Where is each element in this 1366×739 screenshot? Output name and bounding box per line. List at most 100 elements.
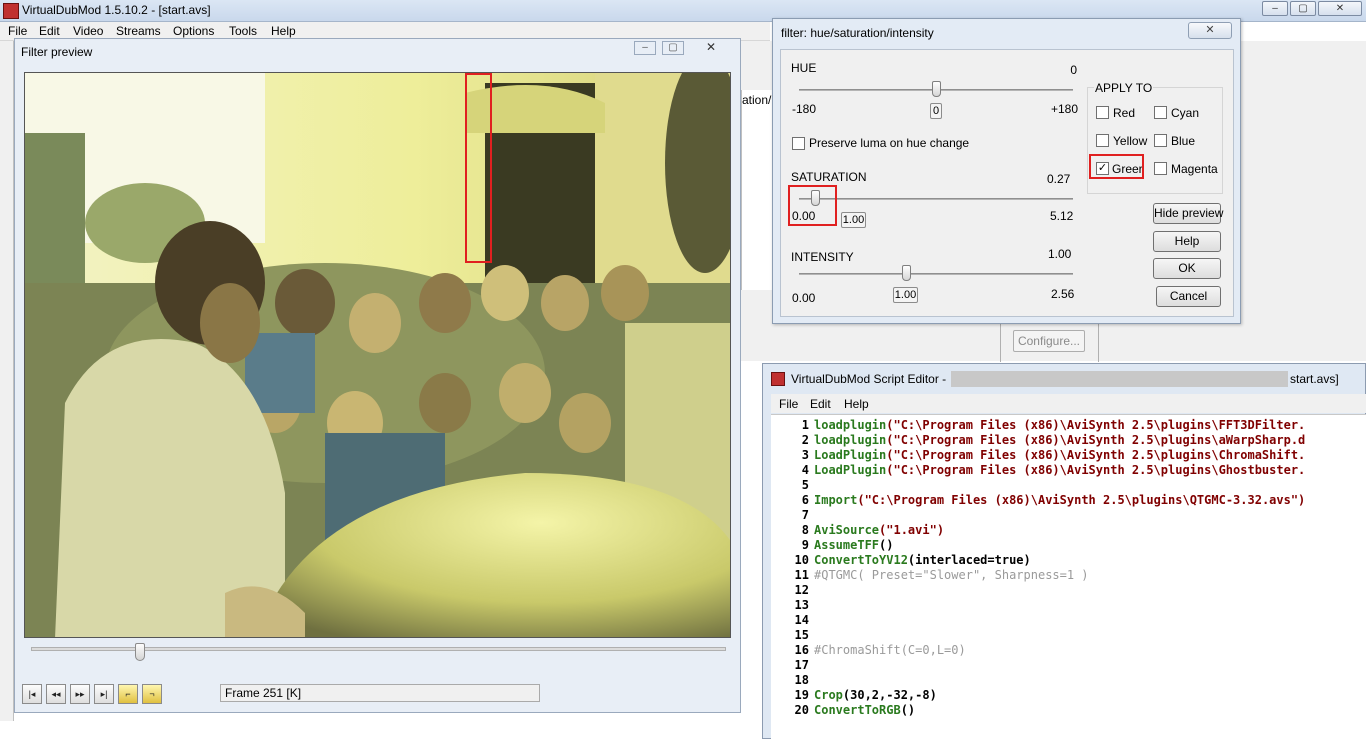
- menu-help[interactable]: Help: [271, 24, 296, 38]
- red-checkbox[interactable]: [1096, 106, 1109, 119]
- virtualdub-icon: [3, 3, 19, 19]
- menu-tools[interactable]: Tools: [229, 24, 257, 38]
- line-number: 19: [794, 688, 809, 702]
- redacted-path: [951, 371, 1288, 387]
- hue-value-box[interactable]: 0: [930, 103, 942, 119]
- line-number: 10: [794, 553, 809, 567]
- menu-file[interactable]: File: [8, 24, 27, 38]
- code-line: loadplugin("C:\Program Files (x86)\AviSy…: [814, 433, 1306, 447]
- code-line: ConvertToYV12(interlaced=true): [814, 553, 1031, 567]
- code-line: #ChromaShift(C=0,L=0): [814, 643, 966, 657]
- line-number: 18: [794, 673, 809, 687]
- preview-maximize-icon[interactable]: ▢: [662, 41, 684, 55]
- script-text-area[interactable]: 1 loadplugin("C:\Program Files (x86)\AviS…: [771, 414, 1366, 739]
- panel-divider: [1000, 324, 1001, 362]
- filter-preview-window: Filter preview – ▢ ✕ |◂ ◂◂ ▸▸ ▸| ⌐ ¬ Fra…: [14, 38, 741, 713]
- line-number: 5: [801, 478, 809, 492]
- intensity-value-box[interactable]: 1.00: [893, 287, 918, 303]
- highlight-box-green: [1089, 154, 1144, 179]
- code-line: #QTGMC( Preset="Slower", Sharpness=1 ): [814, 568, 1089, 582]
- cancel-button[interactable]: Cancel: [1156, 286, 1221, 307]
- close-icon[interactable]: ✕: [1318, 1, 1362, 16]
- filter-preview-title: Filter preview: [21, 45, 93, 59]
- line-number: 15: [794, 628, 809, 642]
- intensity-slider-thumb[interactable]: [901, 265, 911, 281]
- code-line: AssumeTFF(): [814, 538, 894, 552]
- red-label: Red: [1113, 106, 1136, 120]
- menu-streams[interactable]: Streams: [116, 24, 161, 38]
- saturation-slider-track[interactable]: [799, 198, 1073, 200]
- intensity-label: INTENSITY: [791, 250, 854, 264]
- line-number: 4: [801, 463, 809, 477]
- seek-thumb[interactable]: [134, 643, 145, 661]
- line-number: 2: [801, 433, 809, 447]
- line-number: 16: [794, 643, 809, 657]
- line-number: 8: [801, 523, 809, 537]
- saturation-value-box[interactable]: 1.00: [841, 212, 866, 228]
- line-number: 3: [801, 448, 809, 462]
- apply-to-label: APPLY TO: [1094, 81, 1154, 95]
- step-forward-icon[interactable]: ▸▸: [70, 684, 90, 704]
- go-to-start-icon[interactable]: |◂: [22, 684, 42, 704]
- line-number: 20: [794, 703, 809, 717]
- maximize-icon[interactable]: ▢: [1290, 1, 1316, 16]
- configure-button[interactable]: Configure...: [1013, 330, 1085, 352]
- menu-options[interactable]: Options: [173, 24, 214, 38]
- magenta-label: Magenta: [1171, 162, 1218, 176]
- main-client-left: [0, 41, 14, 721]
- code-line: AviSource("1.avi"): [814, 523, 945, 537]
- ok-button[interactable]: OK: [1153, 258, 1221, 279]
- editor-menu-edit[interactable]: Edit: [810, 397, 831, 411]
- cyan-label: Cyan: [1171, 106, 1200, 120]
- intensity-max: 2.56: [1051, 287, 1075, 301]
- hue-min: -180: [792, 102, 817, 116]
- minimize-icon[interactable]: –: [1262, 1, 1288, 16]
- line-number: 14: [794, 613, 809, 627]
- menu-edit[interactable]: Edit: [39, 24, 60, 38]
- script-editor-title: VirtualDubMod Script Editor -: [791, 372, 947, 386]
- line-number: 13: [794, 598, 809, 612]
- menu-video[interactable]: Video: [73, 24, 103, 38]
- script-editor-title-bar: VirtualDubMod Script Editor - start.avs]: [763, 364, 1366, 392]
- highlight-box-video: [465, 73, 492, 263]
- hue-slider-thumb[interactable]: [932, 81, 941, 97]
- video-frame: [24, 72, 731, 638]
- hue-value: 0: [1070, 63, 1077, 77]
- mark-out-icon[interactable]: ¬: [142, 684, 162, 704]
- line-number: 7: [801, 508, 809, 522]
- saturation-max: 5.12: [1050, 209, 1074, 223]
- app-title: VirtualDubMod 1.5.10.2 - [start.avs]: [22, 3, 211, 17]
- mark-in-icon[interactable]: ⌐: [118, 684, 138, 704]
- intensity-slider-track[interactable]: [799, 273, 1073, 275]
- preview-close-icon[interactable]: ✕: [700, 41, 722, 55]
- cyan-checkbox[interactable]: [1154, 106, 1167, 119]
- preserve-luma-checkbox[interactable]: [792, 137, 805, 150]
- help-button[interactable]: Help: [1153, 231, 1221, 252]
- editor-menu-help[interactable]: Help: [844, 397, 869, 411]
- code-line: ConvertToRGB(): [814, 703, 916, 717]
- blue-label: Blue: [1171, 134, 1196, 148]
- line-number: 11: [794, 568, 809, 582]
- line-number: 17: [794, 658, 809, 672]
- code-line: loadplugin("C:\Program Files (x86)\AviSy…: [814, 418, 1306, 432]
- code-line: LoadPlugin("C:\Program Files (x86)\AviSy…: [814, 448, 1306, 462]
- yellow-checkbox[interactable]: [1096, 134, 1109, 147]
- go-to-end-icon[interactable]: ▸|: [94, 684, 114, 704]
- hue-label: HUE: [791, 61, 817, 75]
- script-editor-icon: [771, 372, 785, 386]
- code-line: Crop(30,2,-32,-8): [814, 688, 937, 702]
- magenta-checkbox[interactable]: [1154, 162, 1167, 175]
- intensity-min: 0.00: [792, 291, 816, 305]
- code-line: Import("C:\Program Files (x86)\AviSynth …: [814, 493, 1306, 507]
- blue-checkbox[interactable]: [1154, 134, 1167, 147]
- line-number: 9: [801, 538, 809, 552]
- editor-menu-file[interactable]: File: [779, 397, 798, 411]
- hide-preview-button[interactable]: Hide preview: [1153, 203, 1223, 224]
- dialog-close-icon[interactable]: ✕: [1188, 22, 1232, 39]
- video-frame-image: [25, 73, 730, 637]
- step-back-icon[interactable]: ◂◂: [46, 684, 66, 704]
- script-editor-menu-bar: File Edit Help: [771, 394, 1366, 413]
- hue-max: +180: [1051, 102, 1079, 116]
- preview-minimize-icon[interactable]: –: [634, 41, 656, 55]
- filter-dialog-title: filter: hue/saturation/intensity: [781, 26, 934, 40]
